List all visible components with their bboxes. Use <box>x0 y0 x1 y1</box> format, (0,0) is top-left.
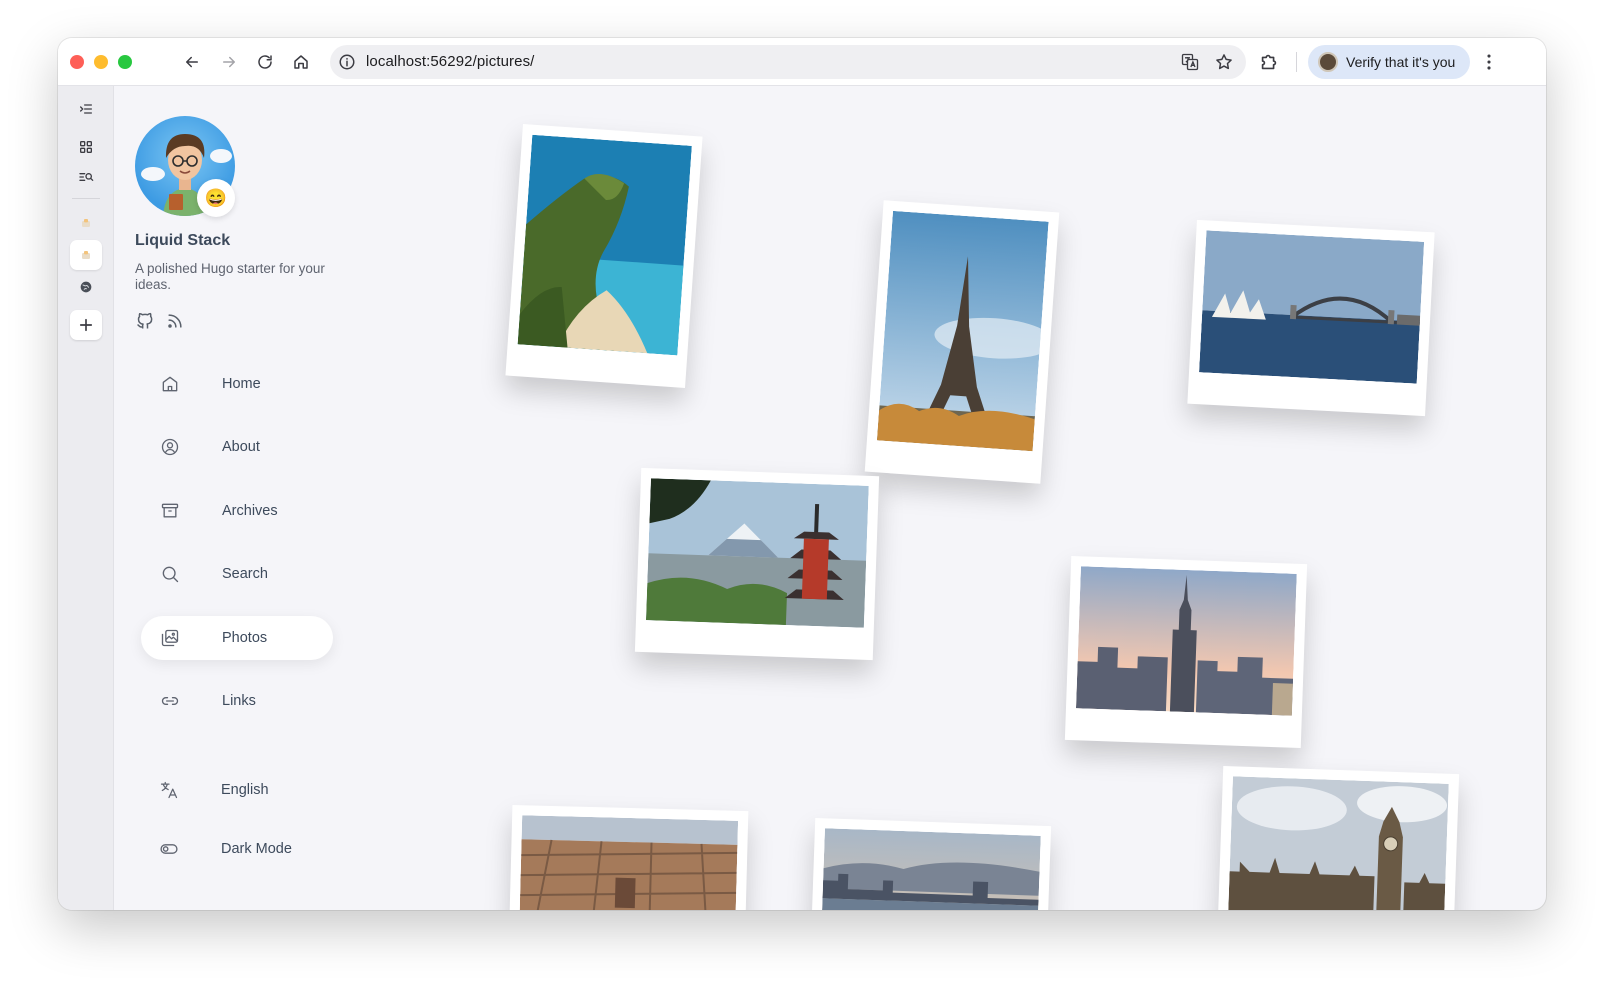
nav-item-label: Archives <box>222 503 278 519</box>
site-title[interactable]: Liquid Stack <box>135 232 230 250</box>
photo-image <box>1075 566 1297 716</box>
nav-item-label: Photos <box>222 630 268 646</box>
nav-item-search[interactable]: Search <box>141 552 333 596</box>
indent-list-icon <box>80 104 92 114</box>
toggle-icon <box>160 844 178 854</box>
language-switcher[interactable]: English <box>141 768 333 812</box>
grid-icon <box>80 141 92 153</box>
new-tab-button[interactable] <box>70 310 102 340</box>
photo-card[interactable] <box>1216 765 1460 910</box>
photo-image <box>876 210 1049 452</box>
nav-item-home[interactable]: Home <box>141 362 333 406</box>
tab-grid-button[interactable] <box>70 132 102 162</box>
nav-item-label: Search <box>222 566 268 582</box>
browser-toolbar: localhost:56292/pictures/ Verify that it… <box>58 38 1546 86</box>
close-window-button[interactable] <box>70 55 84 69</box>
photo-card[interactable] <box>505 124 703 388</box>
nav-item-links[interactable]: Links <box>141 679 333 723</box>
profile-verify-button[interactable]: Verify that it's you <box>1308 45 1470 79</box>
translate-icon <box>160 781 178 799</box>
home-button[interactable] <box>289 50 313 74</box>
address-bar[interactable]: localhost:56292/pictures/ <box>330 45 1246 79</box>
arrow-right-icon <box>223 56 235 68</box>
nav-item-label: Links <box>222 693 256 709</box>
nav-item-photos[interactable]: Photos <box>141 616 333 660</box>
dark-mode-label: Dark Mode <box>221 841 292 857</box>
tab-rail <box>58 86 114 910</box>
nav-item-label: About <box>222 439 260 455</box>
photo-card[interactable] <box>1064 555 1308 749</box>
tab-favicon-1[interactable] <box>70 208 102 238</box>
globe-icon <box>80 281 92 293</box>
collapse-tabs-button[interactable] <box>70 94 102 124</box>
info-icon[interactable] <box>338 53 356 71</box>
photo-gallery <box>374 86 1546 910</box>
photo-card[interactable] <box>864 200 1060 484</box>
dark-mode-toggle[interactable]: Dark Mode <box>141 827 333 871</box>
site-sidebar: 😄 Liquid Stack A polished Hugo starter f… <box>114 86 374 910</box>
browser-window: localhost:56292/pictures/ Verify that it… <box>58 38 1546 910</box>
back-button[interactable] <box>180 50 204 74</box>
minimize-window-button[interactable] <box>94 55 108 69</box>
photos-icon <box>161 629 179 647</box>
photo-image <box>517 134 692 356</box>
forward-button[interactable] <box>217 50 241 74</box>
site-favicon-icon <box>82 251 90 259</box>
language-label: English <box>221 782 269 798</box>
photo-card[interactable] <box>634 467 880 661</box>
photo-image <box>819 828 1041 910</box>
search-list-icon <box>79 173 94 181</box>
rail-divider <box>72 198 100 199</box>
rss-icon[interactable] <box>165 311 185 331</box>
status-emoji-badge: 😄 <box>197 179 235 217</box>
link-icon <box>161 697 179 705</box>
extensions-puzzle-icon[interactable] <box>1258 51 1280 73</box>
photo-card[interactable] <box>507 804 749 910</box>
nav-item-archives[interactable]: Archives <box>141 489 333 533</box>
reload-icon <box>258 55 272 69</box>
translate-icon[interactable] <box>1180 52 1200 72</box>
reload-button[interactable] <box>253 50 277 74</box>
tab-favicon-2[interactable] <box>70 240 102 270</box>
url-text[interactable]: localhost:56292/pictures/ <box>366 53 534 70</box>
site-favicon-icon <box>82 219 90 227</box>
more-vertical-icon[interactable] <box>1478 51 1500 73</box>
search-tabs-button[interactable] <box>70 162 102 192</box>
photo-image <box>645 478 869 628</box>
photo-card[interactable] <box>1187 219 1435 417</box>
profile-verify-label: Verify that it's you <box>1346 54 1456 70</box>
github-icon[interactable] <box>135 311 155 331</box>
profile-avatar <box>1318 52 1338 72</box>
home-icon <box>162 376 178 392</box>
photo-image <box>1199 230 1425 384</box>
photo-image <box>1227 776 1449 910</box>
bookmark-star-icon[interactable] <box>1214 52 1234 72</box>
nav-item-label: Home <box>222 376 261 392</box>
search-icon <box>162 566 179 583</box>
arrow-left-icon <box>186 56 198 68</box>
photo-card[interactable] <box>808 817 1052 910</box>
toolbar-divider <box>1296 52 1297 72</box>
tab-favicon-3[interactable] <box>70 272 102 302</box>
home-icon <box>294 55 308 69</box>
photo-image <box>518 815 739 910</box>
plus-icon <box>79 318 93 332</box>
nav-item-about[interactable]: About <box>141 425 333 469</box>
archive-icon <box>161 503 179 518</box>
maximize-window-button[interactable] <box>118 55 132 69</box>
user-circle-icon <box>161 438 179 456</box>
site-description: A polished Hugo starter for your ideas. <box>135 261 325 292</box>
